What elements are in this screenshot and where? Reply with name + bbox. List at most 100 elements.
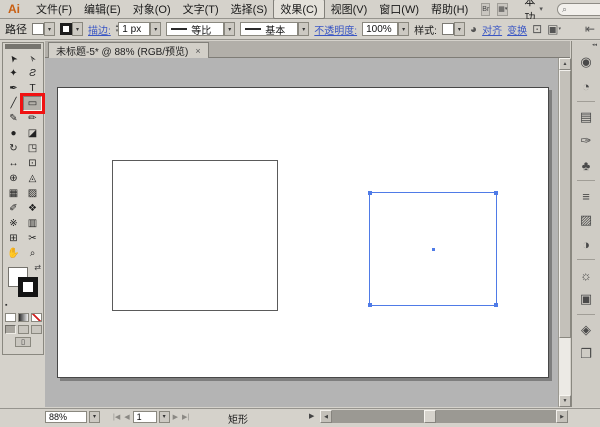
menu-item-4[interactable]: 选择(S) [225,0,274,18]
style-dropdown[interactable]: ▾ [441,22,465,36]
tool-perspective-grid[interactable]: ◬ [23,171,42,186]
draw-behind-button[interactable] [17,325,29,334]
tool-scale[interactable]: ◳ [23,141,42,156]
menu-item-2[interactable]: 对象(O) [127,0,177,18]
horizontal-scrollbar-thumb[interactable] [424,410,436,423]
bridge-icon[interactable]: Br [481,2,491,16]
tool-hand[interactable]: ✋ [4,246,23,261]
status-overflow-icon[interactable]: ▶ [309,412,314,420]
anchor-handle-1[interactable] [494,191,498,195]
swatches-panel-icon[interactable]: ▤ [572,105,600,129]
tool-free-transform[interactable]: ⊡ [23,156,42,171]
collapse-control-bar-icon[interactable]: ⇤ [585,23,595,35]
document-tab[interactable]: 未标题-5* @ 88% (RGB/预览) × [48,42,209,58]
brushes-panel-icon[interactable]: ✑ [572,129,600,153]
align-panel-link[interactable]: 对齐 [482,22,502,37]
symbols-panel-icon[interactable]: ♣ [572,153,600,177]
tool-width[interactable]: ↔ [4,156,23,171]
default-fill-stroke-icon[interactable]: ▪ [5,302,7,309]
chevron-down-icon[interactable]: ▾ [150,22,162,36]
scroll-left-icon[interactable]: ◀ [320,410,332,423]
search-input[interactable] [569,3,600,15]
search-box[interactable]: ⌕ [556,2,600,16]
anchor-handle-2[interactable] [368,303,372,307]
horizontal-scrollbar[interactable]: ◀ ▶ [320,410,568,423]
opacity-value[interactable]: 100% [362,22,399,36]
tool-symbol-sprayer[interactable]: ※ [4,216,23,231]
gradient-panel-icon[interactable]: ▨ [572,208,600,232]
scroll-up-icon[interactable]: ▲ [559,58,571,70]
none-mode-button[interactable] [30,313,42,322]
tool-blend[interactable]: ❖ [23,201,42,216]
screen-mode-button[interactable]: ▯ [15,337,31,347]
color-guide-panel-icon[interactable]: ◔ [572,74,600,98]
zoom-level-value[interactable]: 88% [45,410,87,423]
tool-zoom[interactable]: ⌕ [23,246,42,261]
isolate-mode-dropdown[interactable]: ▣ ▾ [547,23,561,35]
anchor-handle-3[interactable] [494,303,498,307]
transparency-panel-icon[interactable]: ◑ [572,232,600,256]
menu-item-8[interactable]: 帮助(H) [425,0,474,18]
close-tab-icon[interactable]: × [195,46,200,56]
menu-item-3[interactable]: 文字(T) [177,0,225,18]
tool-rectangle[interactable]: ▭ [20,93,45,114]
scroll-down-icon[interactable]: ▼ [559,395,571,407]
stroke-swatch[interactable] [18,277,38,297]
color-mode-button[interactable] [4,313,16,322]
canvas-viewport[interactable] [45,58,558,407]
menu-item-1[interactable]: 编辑(E) [78,0,127,18]
width-profile-dropdown[interactable]: 等比 ▾ [166,22,236,37]
anchor-handle-0[interactable] [368,191,372,195]
stroke-width-stepper[interactable]: ▴ ▾ 1 px ▾ [116,22,162,36]
menu-item-6[interactable]: 视图(V) [325,0,374,18]
artboards-panel-icon[interactable]: ❐ [572,342,600,366]
color-panel-icon[interactable]: ◉ [572,50,600,74]
tool-direct-selection[interactable]: ➢ [23,51,42,66]
stroke-panel-icon[interactable]: ≡ [572,184,600,208]
scroll-right-icon[interactable]: ▶ [556,410,568,423]
recolor-artwork-icon[interactable]: ◕ [470,23,477,35]
tool-magic-wand[interactable]: ✦ [4,66,23,81]
tool-selection[interactable]: ➤ [4,51,23,66]
vertical-scrollbar-thumb[interactable] [559,70,571,338]
tool-eyedropper[interactable]: ✐ [4,201,23,216]
first-artboard-button[interactable]: |◀ [112,413,121,421]
transform-panel-link[interactable]: 变换 [507,22,527,37]
appearance-panel-icon[interactable]: ☼ [572,263,600,287]
swap-fill-stroke-icon[interactable]: ⇄ [34,264,41,272]
zoom-level-dropdown[interactable]: 88% ▾ [45,410,100,423]
graphic-styles-panel-icon[interactable]: ▣ [572,287,600,311]
tool-slice[interactable]: ✂ [23,231,42,246]
vertical-scrollbar[interactable]: ▲ ▼ [558,58,571,407]
tool-eraser[interactable]: ◪ [23,126,42,141]
stroke-panel-link[interactable]: 描边: [88,22,111,37]
brush-definition-dropdown[interactable]: 基本 ▾ [240,22,310,37]
stroke-width-value[interactable]: 1 px [118,22,151,36]
tool-column-graph[interactable]: ▥ [23,216,42,231]
artboard-number-value[interactable]: 1 [132,410,157,423]
draw-normal-button[interactable] [4,325,16,334]
tool-shape-builder[interactable]: ⊕ [4,171,23,186]
draw-inside-button[interactable] [30,325,42,334]
tool-blob-brush[interactable]: ● [4,126,23,141]
expand-panels-icon[interactable]: ◂◂ [572,41,600,50]
bounding-box-icon[interactable]: ⊡ [532,23,542,35]
menu-item-0[interactable]: 文件(F) [30,0,78,18]
opacity-panel-link[interactable]: 不透明度: [314,22,357,37]
last-artboard-button[interactable]: ▶| [181,413,190,421]
opacity-dropdown[interactable]: 100% ▾ [362,22,410,36]
tool-gradient[interactable]: ▨ [23,186,42,201]
drawn-rectangle[interactable] [112,160,278,311]
tool-rotate[interactable]: ↻ [4,141,23,156]
arrange-documents-icon[interactable]: ▦ ▾ [497,2,509,16]
menu-item-7[interactable]: 窗口(W) [373,0,425,18]
panel-grip[interactable] [5,44,41,49]
tool-lasso[interactable]: Ƨ [23,66,42,81]
gradient-mode-button[interactable] [17,313,29,322]
layers-panel-icon[interactable]: ◈ [572,318,600,342]
tool-artboard[interactable]: ⊞ [4,231,23,246]
previous-artboard-button[interactable]: ◀ [123,413,130,421]
fill-color-dropdown[interactable]: ▾ [32,22,55,36]
drawn-rectangle-selected[interactable] [368,191,498,307]
menu-item-5[interactable]: 效果(C) [273,0,325,19]
